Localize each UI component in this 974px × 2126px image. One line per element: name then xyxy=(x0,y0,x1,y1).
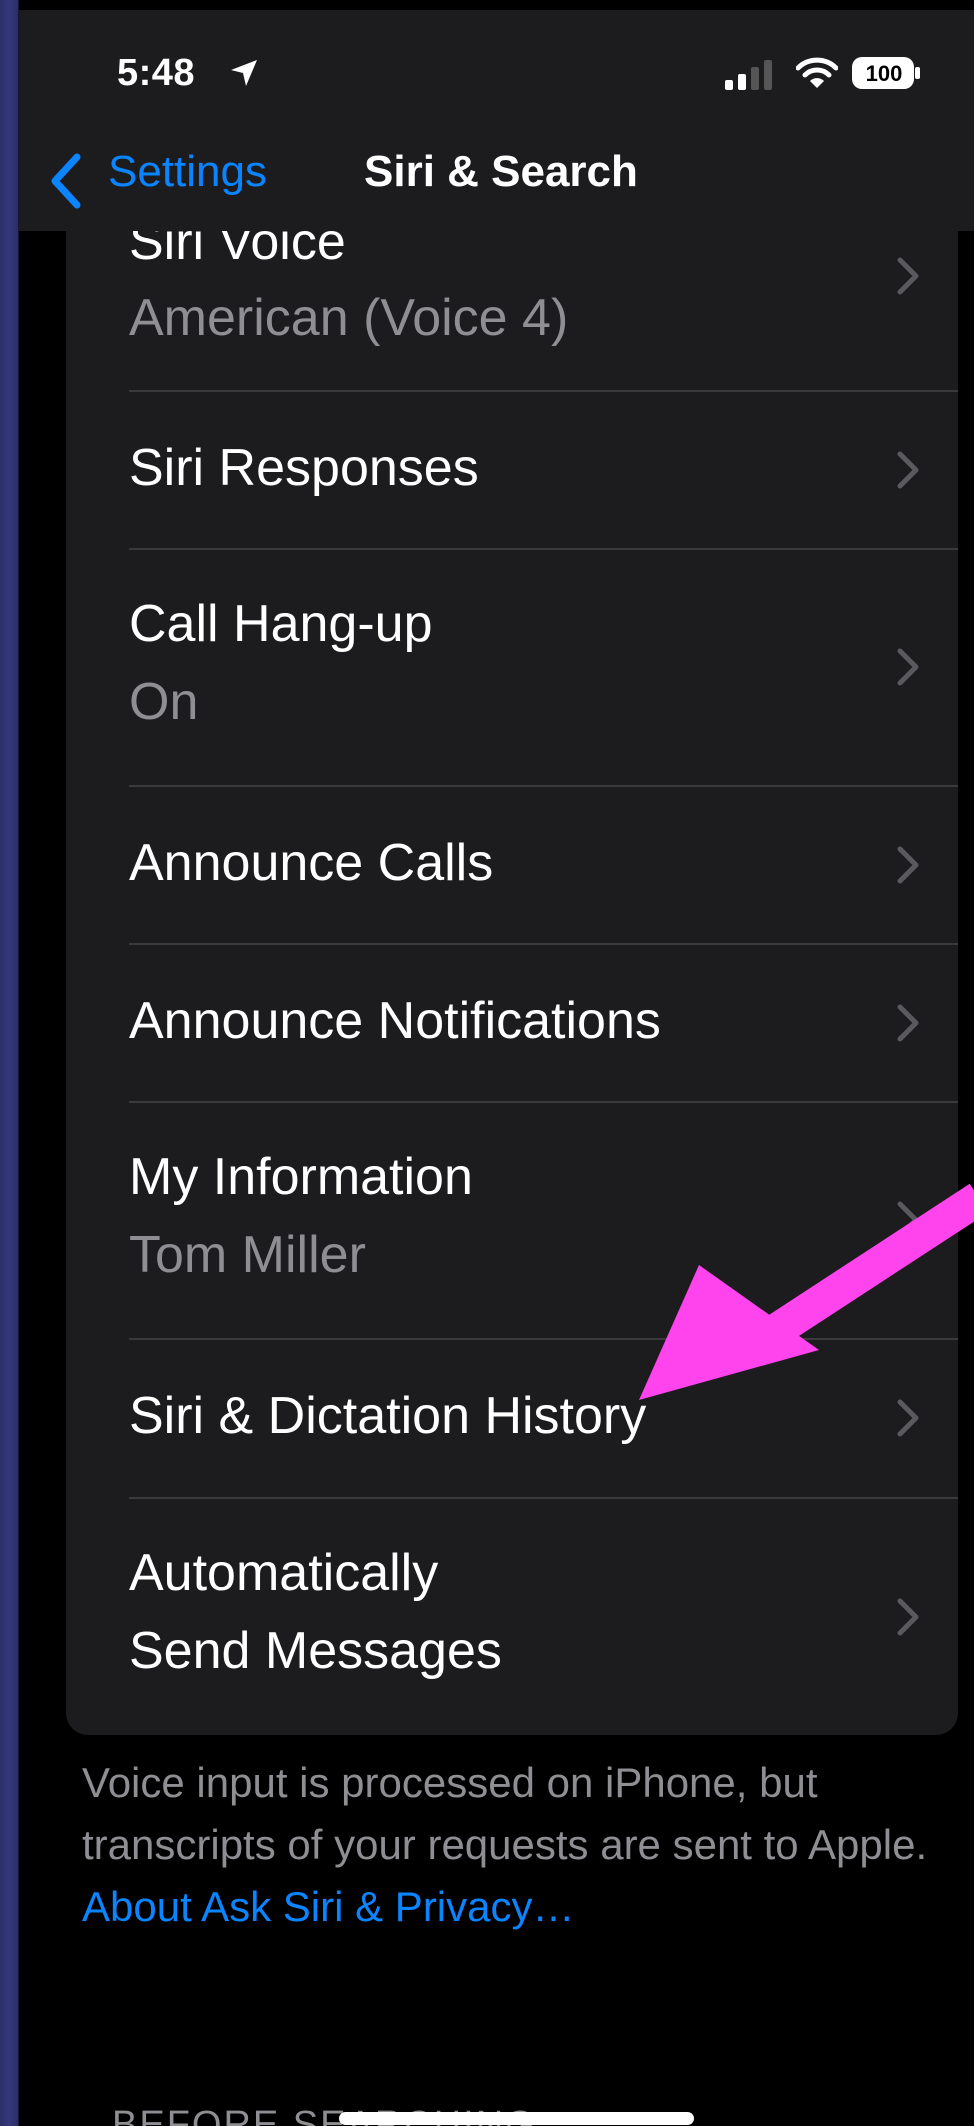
chevron-right-icon xyxy=(897,257,919,295)
row-subtitle: On xyxy=(129,673,199,731)
back-button[interactable]: Settings xyxy=(108,147,267,197)
row-automatically-send-messages[interactable]: Automatically Send Messages xyxy=(66,1499,958,1735)
chevron-right-icon xyxy=(897,846,919,884)
annotation-arrow-icon xyxy=(639,1183,974,1400)
chevron-right-icon xyxy=(897,648,919,686)
row-title: Siri & Dictation History xyxy=(129,1387,647,1445)
row-announce-notifications[interactable]: Announce Notifications xyxy=(66,945,958,1101)
row-announce-calls[interactable]: Announce Calls xyxy=(66,787,958,943)
chevron-right-icon xyxy=(897,1598,919,1636)
page-title: Siri & Search xyxy=(364,147,638,196)
status-time: 5:48 xyxy=(117,52,196,94)
row-title: Announce Calls xyxy=(129,834,494,892)
location-arrow-icon xyxy=(231,60,257,86)
row-subtitle: Tom Miller xyxy=(129,1226,366,1284)
row-title: Siri Responses xyxy=(129,439,479,497)
chevron-right-icon xyxy=(897,451,919,489)
footer-note: Voice input is processed on iPhone, but … xyxy=(82,1752,942,1938)
row-subtitle: American (Voice 4) xyxy=(129,289,569,347)
row-call-hang-up[interactable]: Call Hang-up On xyxy=(66,550,958,784)
chevron-right-icon xyxy=(897,1004,919,1042)
footer-text: Voice input is processed on iPhone, but … xyxy=(82,1759,928,1868)
battery-level: 100 xyxy=(865,61,903,86)
wifi-icon xyxy=(796,57,838,88)
home-indicator[interactable] xyxy=(339,2112,694,2125)
row-title: Automatically xyxy=(129,1544,439,1602)
privacy-link[interactable]: About Ask Siri & Privacy… xyxy=(82,1883,575,1930)
row-title: My Information xyxy=(129,1148,473,1206)
cellular-signal-icon xyxy=(725,60,772,90)
row-title: Call Hang-up xyxy=(129,595,433,653)
status-bar: 5:48 100 xyxy=(19,10,974,125)
navigation-bar: Settings Siri & Search xyxy=(19,125,974,231)
screen: 5:48 100 Siri Voice American (Voice 4) S… xyxy=(19,10,974,2126)
row-title: Announce Notifications xyxy=(129,992,661,1050)
row-siri-responses[interactable]: Siri Responses xyxy=(66,392,958,548)
chevron-left-icon[interactable] xyxy=(49,153,83,209)
row-title-line2: Send Messages xyxy=(129,1622,502,1680)
settings-list: Siri Voice American (Voice 4) Siri Respo… xyxy=(66,130,958,1735)
